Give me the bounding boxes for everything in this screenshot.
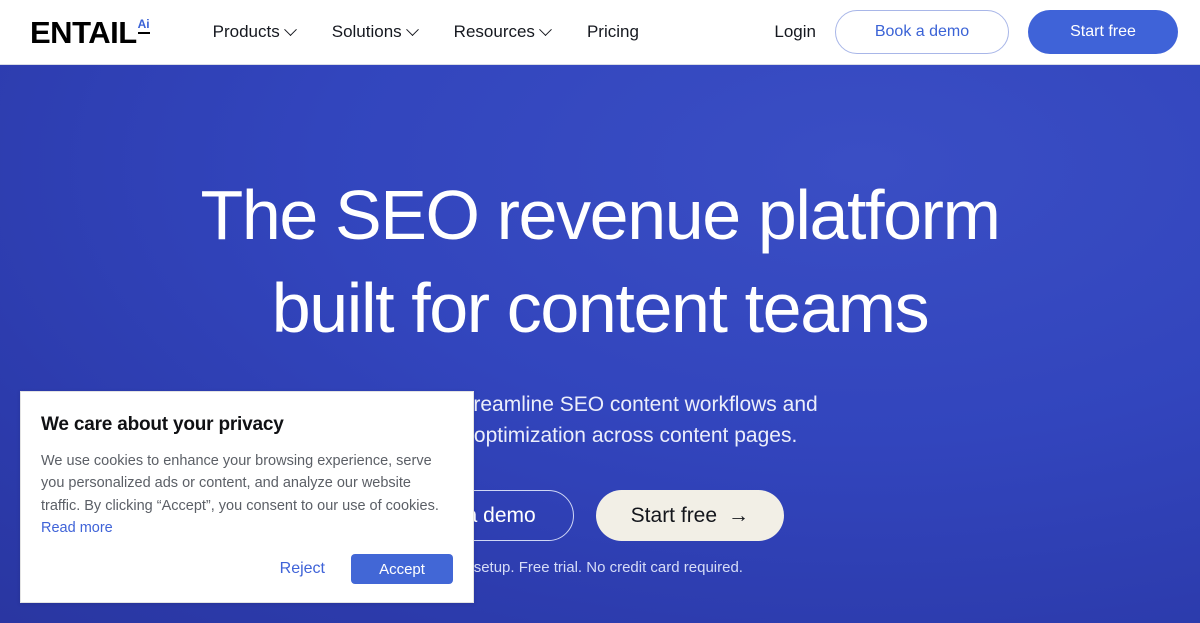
chevron-down-icon	[405, 22, 419, 36]
logo-wordmark: ENTAIL	[30, 14, 137, 50]
nav-item-label: Resources	[453, 22, 535, 41]
header-actions: Login Book a demo Start free	[774, 10, 1178, 54]
accept-button[interactable]: Accept	[351, 554, 453, 584]
hero-title-line-2: built for content teams	[271, 269, 930, 348]
cookie-banner-body: We use cookies to enhance your browsing …	[41, 450, 453, 540]
book-demo-button[interactable]: Book a demo	[835, 10, 1009, 54]
reject-button[interactable]: Reject	[278, 556, 327, 582]
cookie-consent-banner: We care about your privacy We use cookie…	[20, 391, 474, 603]
nav-item-label: Solutions	[331, 22, 402, 41]
site-header: ENTAIL Ai Products Solutions Resources P…	[0, 0, 1200, 65]
nav-item-label: Products	[212, 22, 280, 41]
arrow-right-icon: →	[728, 503, 750, 527]
read-more-link[interactable]: Read more	[41, 517, 113, 539]
page-title: The SEO revenue platform built for conte…	[0, 65, 1200, 345]
chevron-down-icon	[283, 22, 297, 36]
hero-title-line-1: The SEO revenue platform	[200, 176, 1000, 254]
start-free-button[interactable]: Start free	[1028, 10, 1178, 54]
login-link[interactable]: Login	[774, 22, 816, 42]
nav-item-pricing[interactable]: Pricing	[587, 22, 639, 42]
cookie-banner-title: We care about your privacy	[41, 414, 284, 435]
page-root: ENTAIL Ai Products Solutions Resources P…	[0, 0, 1200, 623]
logo-ai-badge: Ai	[137, 18, 150, 34]
chevron-down-icon	[539, 22, 552, 36]
hero-start-free-button[interactable]: Start free →	[595, 490, 785, 542]
nav-item-label: Pricing	[586, 22, 639, 41]
hero-start-free-label: Start free	[630, 503, 718, 527]
main-nav: Products Solutions Resources Pricing	[213, 22, 639, 42]
cookie-banner-actions: Reject Accept	[278, 554, 453, 584]
logo[interactable]: ENTAIL Ai	[30, 17, 150, 48]
nav-item-products[interactable]: Products	[212, 22, 297, 42]
cookie-banner-text: We use cookies to enhance your browsing …	[41, 453, 439, 514]
nav-item-resources[interactable]: Resources	[453, 22, 552, 42]
nav-item-solutions[interactable]: Solutions	[331, 22, 419, 42]
